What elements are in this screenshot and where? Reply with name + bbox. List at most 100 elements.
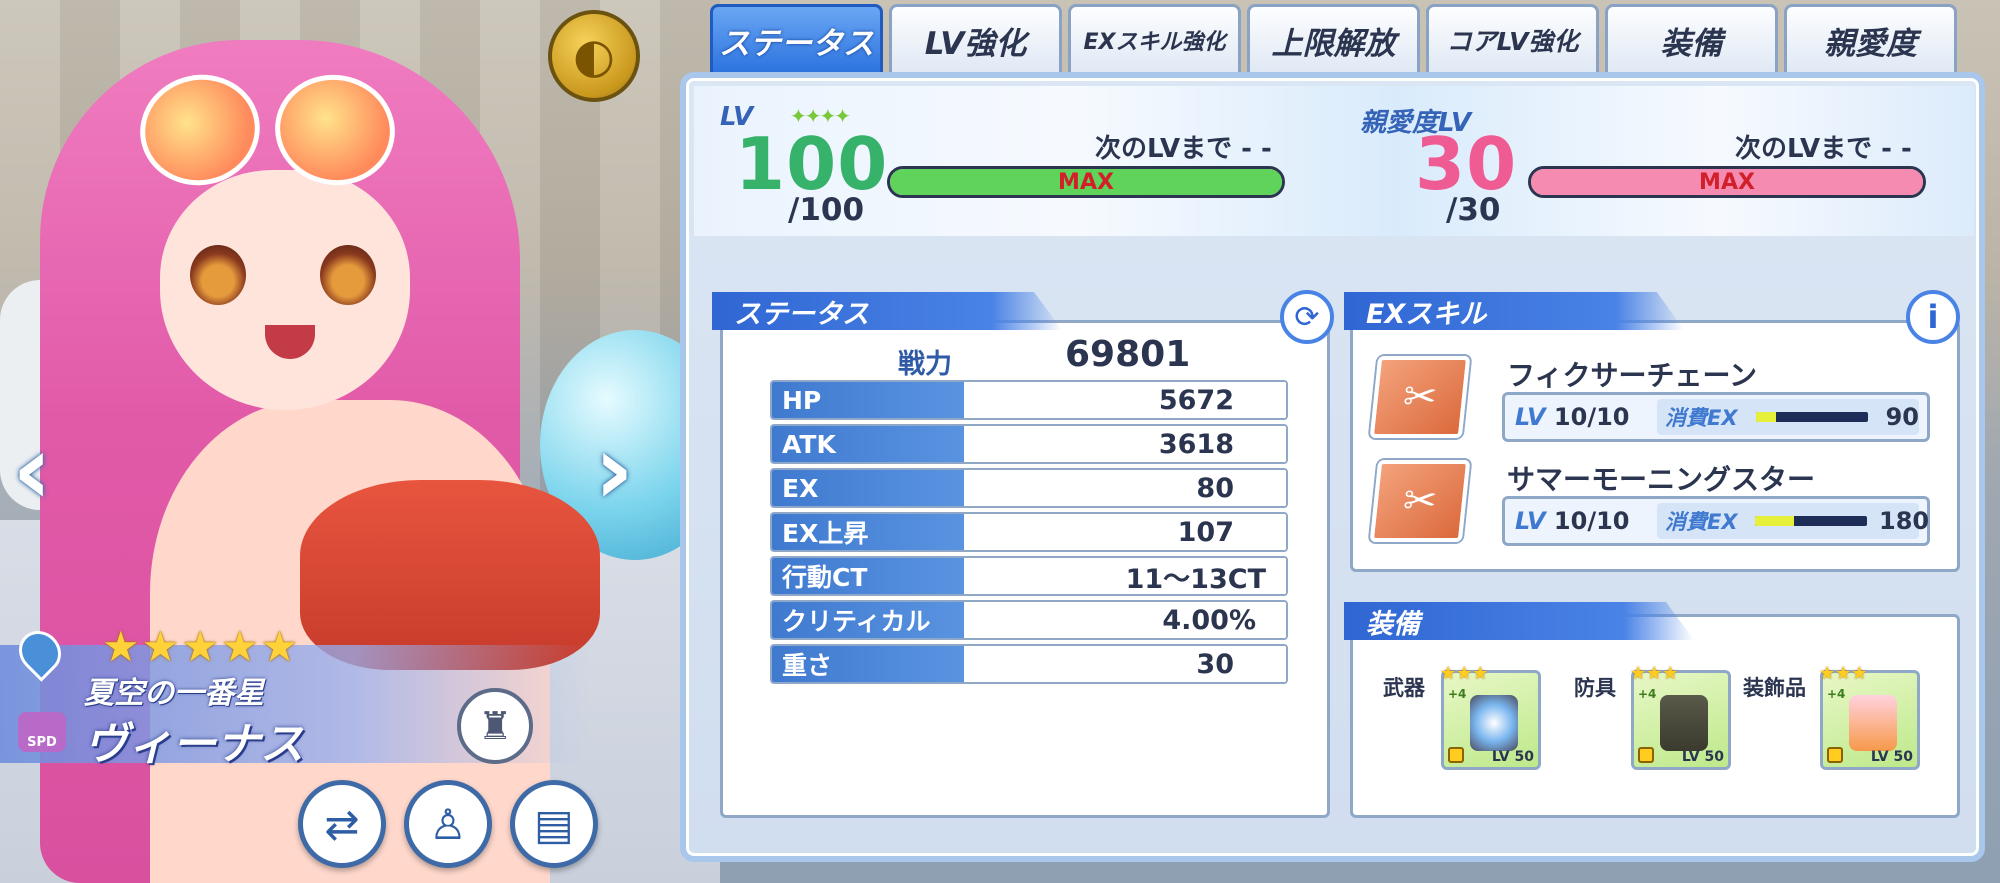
level-next-label: 次のLVまで - - <box>1095 134 1272 164</box>
affection-progress-bar: MAX <box>1528 166 1926 198</box>
skill-2-level: LV 10/10 <box>1515 507 1657 535</box>
rarity-star-icon: ★ <box>181 622 219 671</box>
level-max: /100 <box>788 192 865 228</box>
skill-1-level: LV 10/10 <box>1515 403 1657 431</box>
skill-1-info: LV 10/10 消費EX 90 <box>1502 392 1930 442</box>
weapon-slot[interactable]: ★★★ +4 LV 50 <box>1440 663 1541 770</box>
stat-key: ATK <box>772 426 964 462</box>
tab-lv-upgrade[interactable]: LV強化 <box>889 4 1062 76</box>
accessory-level: LV 50 <box>1870 749 1913 765</box>
armor-slot[interactable]: ★★★ +4 LV 50 <box>1630 663 1731 770</box>
stat-key: EX上昇 <box>772 514 964 550</box>
tab-affection[interactable]: 親愛度 <box>1784 4 1957 76</box>
weapon-level: LV 50 <box>1491 749 1534 765</box>
armor-stars-icon: ★★★ <box>1630 663 1679 684</box>
refresh-button[interactable]: ⟳ <box>1280 290 1334 344</box>
refresh-icon: ⟳ <box>1294 299 1320 335</box>
lock-icon <box>1448 747 1464 763</box>
ex-skill-header: EXスキル <box>1344 292 1684 330</box>
info-icon: i <box>1927 298 1939 336</box>
stat-key: HP <box>772 382 964 418</box>
skill-1-lv-value: 10/10 <box>1553 403 1630 431</box>
stat-value: 80 <box>964 470 1286 506</box>
accessory-stars-icon: ★★★ <box>1819 663 1868 684</box>
stat-value: 11～13CT <box>964 558 1286 594</box>
power-label: 戦力 <box>898 349 952 380</box>
affection-next-label: 次のLVまで - - <box>1735 134 1912 164</box>
stat-key: クリティカル <box>772 602 964 638</box>
stat-row-ex: EX 80 <box>770 468 1288 508</box>
class-badge-icon: SPD <box>18 712 66 752</box>
tab-bar: ステータス LV強化 EXスキル強化 上限解放 コアLV強化 装備 親愛度 <box>710 4 1957 76</box>
accessory-slot[interactable]: ★★★ +4 LV 50 <box>1819 663 1920 770</box>
character-name: ヴィーナス <box>84 719 304 770</box>
skill-1-cost-fill <box>1755 412 1776 422</box>
shield-emblem-icon: ♜ <box>457 688 533 764</box>
skill-1-cost-value: 90 <box>1885 403 1919 431</box>
skill-1-cost-bar <box>1755 412 1868 422</box>
staff-icon <box>1470 695 1518 751</box>
skill-2-icon[interactable]: ✂ <box>1369 460 1471 542</box>
prev-character-arrow-icon[interactable]: ‹ <box>0 414 64 526</box>
stat-row-weight: 重さ 30 <box>770 644 1288 684</box>
jacket-icon: ♙ <box>429 799 467 849</box>
stat-key: 行動CT <box>772 558 964 594</box>
accessory-plus: +4 <box>1827 687 1846 701</box>
rarity-star-icon: ★ <box>102 622 140 671</box>
rarity-star-icon: ★ <box>220 622 259 671</box>
skill-2-cost: 消費EX 180 <box>1657 503 1930 539</box>
tab-equipment[interactable]: 装備 <box>1605 4 1778 76</box>
skill-2-cost-bar <box>1755 516 1867 526</box>
power-value: 69801 <box>1065 334 1191 375</box>
tab-core-lv-upgrade[interactable]: コアLV強化 <box>1426 4 1599 76</box>
skill-1-icon[interactable]: ✂ <box>1369 356 1471 438</box>
skill-1-cost: 消費EX 90 <box>1657 399 1919 435</box>
weapon-stars-icon: ★★★ <box>1440 663 1489 684</box>
status-header: ステータス <box>712 292 1062 330</box>
accessory-label: 装飾品 <box>1743 676 1806 700</box>
costume-button[interactable]: ♙ <box>404 780 492 868</box>
jacket-armor-icon <box>1660 695 1708 751</box>
character-title: 夏空の一番星 <box>84 676 264 711</box>
armor-plus: +4 <box>1638 687 1657 701</box>
tab-ex-skill-upgrade[interactable]: EXスキル強化 <box>1068 4 1241 76</box>
stat-key: 重さ <box>772 646 964 682</box>
character-swimsuit <box>300 480 600 670</box>
skill-2-name: サマーモーニングスター <box>1507 463 1816 496</box>
armor-label: 防具 <box>1574 676 1616 700</box>
dolphin-medal-icon: ◐ <box>548 10 640 102</box>
rarity-stars: ★ ★ ★ ★ ★ <box>102 622 298 671</box>
stat-value: 107 <box>964 514 1286 550</box>
left-eye <box>190 245 246 305</box>
tab-status[interactable]: ステータス <box>710 4 883 76</box>
skill-2-info: LV 10/10 消費EX 180 <box>1502 496 1930 546</box>
rarity-star-icon: ★ <box>260 622 299 671</box>
stat-key: EX <box>772 470 964 506</box>
affection-progress-text: MAX <box>1699 169 1755 195</box>
rarity-star-icon: ★ <box>141 622 180 671</box>
weapon-label: 武器 <box>1383 676 1425 700</box>
level-progress-bar: MAX <box>887 166 1285 198</box>
skill-2-cost-value: 180 <box>1879 507 1930 535</box>
info-button[interactable]: i <box>1906 290 1960 344</box>
stat-row-hp: HP 5672 <box>770 380 1288 420</box>
stat-row-ex-rise: EX上昇 107 <box>770 512 1288 552</box>
skill-1-cost-label: 消費EX <box>1665 406 1738 430</box>
stat-value: 3618 <box>964 426 1286 462</box>
stat-value: 4.00% <box>964 602 1286 638</box>
lock-icon <box>1827 747 1843 763</box>
stat-row-atk: ATK 3618 <box>770 424 1288 464</box>
skill-1-name: フィクサーチェーン <box>1507 359 1758 392</box>
right-eye <box>320 245 376 305</box>
skill-2-cost-label: 消費EX <box>1665 510 1738 534</box>
affection-max: /30 <box>1446 192 1501 228</box>
equipment-header: 装備 <box>1344 602 1694 640</box>
stat-value: 5672 <box>964 382 1286 418</box>
swap-button[interactable]: ⇄ <box>298 780 386 868</box>
stat-value: 30 <box>964 646 1286 682</box>
next-character-arrow-icon[interactable]: › <box>582 414 646 526</box>
tab-limit-break[interactable]: 上限解放 <box>1247 4 1420 76</box>
stat-row-action-ct: 行動CT 11～13CT <box>770 556 1288 596</box>
skill-2-cost-fill <box>1755 516 1795 526</box>
profile-button[interactable]: ▤ <box>510 780 598 868</box>
